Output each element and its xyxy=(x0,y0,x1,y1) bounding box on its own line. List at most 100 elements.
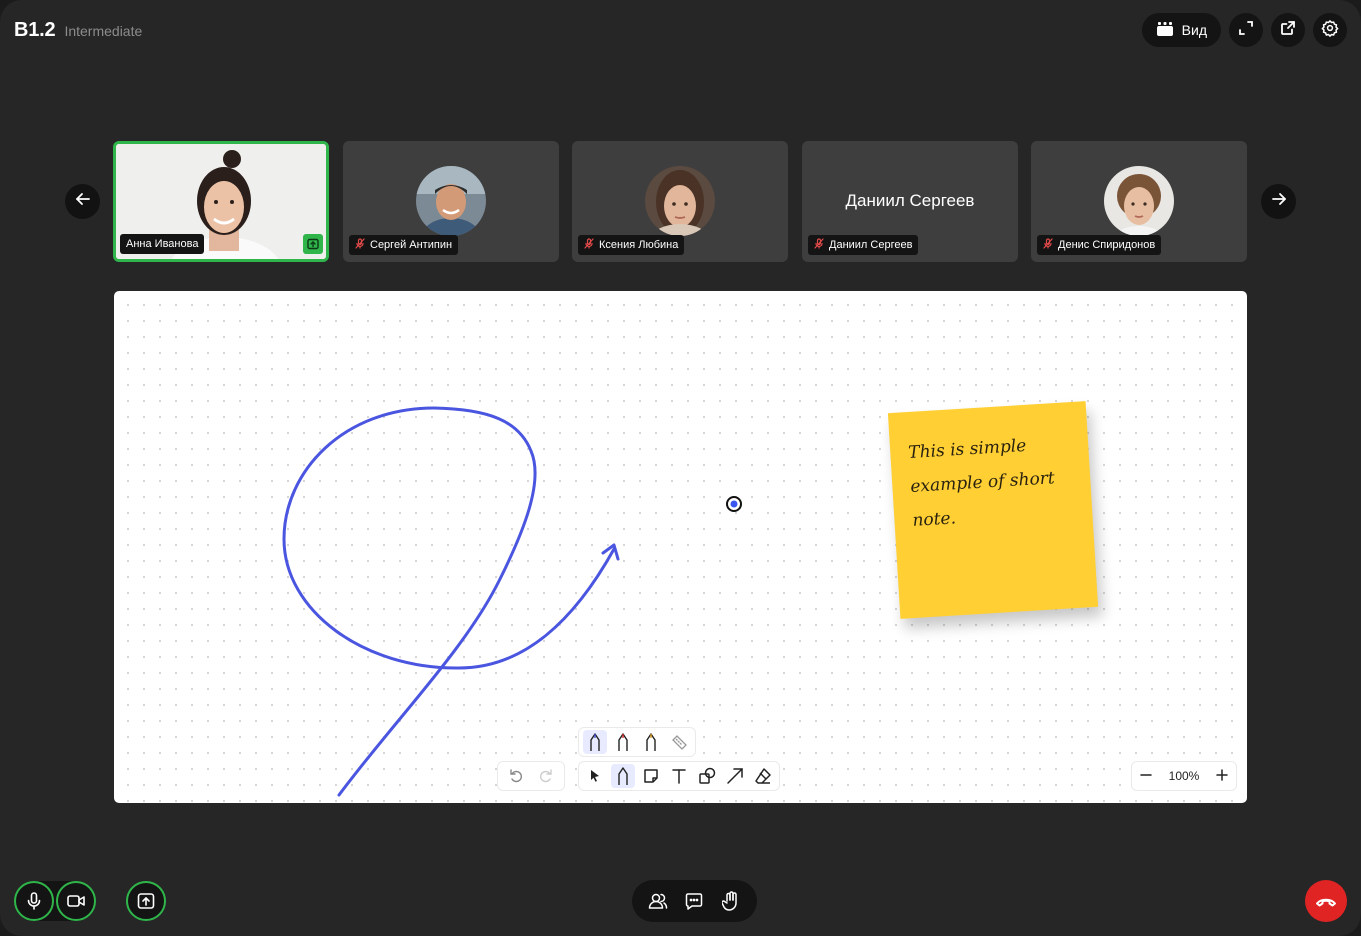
participant-tile[interactable]: Даниил Сергеев Даниил Сергеев xyxy=(802,141,1018,262)
redo-button[interactable] xyxy=(534,764,558,788)
hand-icon xyxy=(721,891,737,911)
app-window: B1.2 Intermediate Вид Анна Иванова Серге… xyxy=(0,0,1361,936)
sticky-note-icon xyxy=(644,769,658,783)
freehand-stroke[interactable] xyxy=(282,406,616,797)
undo-button[interactable] xyxy=(504,764,528,788)
mic-off-icon xyxy=(355,238,365,252)
media-controls xyxy=(14,881,166,921)
participants-strip: Анна Иванова Сергей Антипин Ксения Любин… xyxy=(0,141,1361,263)
select-tool[interactable] xyxy=(583,764,607,788)
undo-icon xyxy=(510,769,522,783)
top-toolbar: Вид xyxy=(1141,13,1347,47)
microphone-icon xyxy=(27,892,41,910)
plus-icon xyxy=(1216,768,1228,781)
level-sublabel: Intermediate xyxy=(64,23,143,39)
arrow-tool[interactable] xyxy=(723,764,747,788)
shapes-icon xyxy=(699,767,716,784)
end-call-button[interactable] xyxy=(1305,880,1347,922)
zoom-out-button[interactable] xyxy=(1140,769,1152,784)
minus-icon xyxy=(1140,773,1152,776)
zoom-in-button[interactable] xyxy=(1216,768,1228,784)
participant-name: Даниил Сергеев xyxy=(829,239,913,251)
session-controls xyxy=(632,880,757,922)
video-camera-icon xyxy=(67,895,85,907)
participant-tile[interactable]: Анна Иванова xyxy=(113,141,329,262)
hang-up-icon xyxy=(1316,898,1336,907)
fullscreen-icon xyxy=(1238,20,1254,41)
sticky-note[interactable]: This is simple example of short note. xyxy=(887,401,1099,619)
participant-name: Анна Иванова xyxy=(126,238,199,250)
avatar xyxy=(1104,166,1174,236)
screen-share-badge xyxy=(303,234,323,254)
participant-name: Сергей Антипин xyxy=(370,239,453,251)
history-controls xyxy=(497,761,565,791)
participant-display-name: Даниил Сергеев xyxy=(845,191,975,210)
zoom-control: 100% xyxy=(1131,761,1237,791)
drawing-toolbar xyxy=(578,761,780,791)
redo-icon xyxy=(540,769,552,783)
participant-name-tag: Анна Иванова xyxy=(120,234,205,254)
sticky-note-text: This is simple example of short note. xyxy=(907,435,1056,531)
arrow-right-icon xyxy=(1271,191,1287,212)
sticky-note-tool[interactable] xyxy=(639,764,663,788)
participant-name-tag: Даниил Сергеев xyxy=(808,235,919,255)
camera-button[interactable] xyxy=(56,881,96,921)
participant-tile[interactable]: Денис Спиридонов xyxy=(1031,141,1247,262)
view-button[interactable]: Вид xyxy=(1141,13,1221,47)
participant-tile[interactable]: Ксения Любина xyxy=(572,141,788,262)
next-participants-button[interactable] xyxy=(1261,184,1296,219)
participant-name-tag: Денис Спиридонов xyxy=(1037,235,1162,255)
prev-participants-button[interactable] xyxy=(65,184,100,219)
open-external-button[interactable] xyxy=(1271,13,1305,47)
pen-tool[interactable] xyxy=(611,764,635,788)
pen-red-tool[interactable] xyxy=(611,730,635,754)
participant-name-tag: Ксения Любина xyxy=(578,235,685,255)
marker-icon xyxy=(646,733,656,751)
shapes-tool[interactable] xyxy=(695,764,719,788)
eraser-tool[interactable] xyxy=(751,764,775,788)
arrow-left-icon xyxy=(75,191,91,212)
view-grid-icon xyxy=(1156,21,1174,40)
participant-tile[interactable]: Сергей Антипин xyxy=(343,141,559,262)
participant-name-tag: Сергей Антипин xyxy=(349,235,459,255)
pen-blue-tool[interactable] xyxy=(583,730,607,754)
share-screen-icon xyxy=(307,238,319,250)
external-link-icon xyxy=(1280,20,1296,41)
pen-icon xyxy=(618,767,628,785)
view-button-label: Вид xyxy=(1181,22,1207,38)
cursor-icon xyxy=(591,770,599,782)
eraser-icon xyxy=(755,768,771,784)
participant-name: Ксения Любина xyxy=(599,239,679,251)
participant-name: Денис Спиридонов xyxy=(1058,239,1156,251)
avatar xyxy=(416,166,486,236)
participants-button[interactable] xyxy=(643,886,673,916)
pen-selector xyxy=(578,727,696,757)
pen-icon xyxy=(618,733,628,751)
level-label: B1.2 xyxy=(14,19,56,41)
text-icon xyxy=(672,769,686,784)
zoom-level: 100% xyxy=(1168,769,1200,783)
gear-icon xyxy=(1321,19,1339,42)
share-screen-button[interactable] xyxy=(126,881,166,921)
ruler-tool[interactable] xyxy=(667,730,691,754)
fullscreen-button[interactable] xyxy=(1229,13,1263,47)
whiteboard-canvas[interactable]: This is simple example of short note. 10… xyxy=(114,291,1247,803)
share-screen-icon xyxy=(137,893,155,909)
text-tool[interactable] xyxy=(667,764,691,788)
raise-hand-button[interactable] xyxy=(716,886,746,916)
chat-button[interactable] xyxy=(679,886,709,916)
settings-button[interactable] xyxy=(1313,13,1347,47)
pen-icon xyxy=(590,733,600,751)
mic-camera-group xyxy=(14,881,96,921)
arrow-icon xyxy=(727,768,743,784)
marker-tool[interactable] xyxy=(639,730,663,754)
chat-icon xyxy=(686,893,703,910)
microphone-button[interactable] xyxy=(14,881,54,921)
users-icon xyxy=(648,893,668,909)
mic-off-icon xyxy=(814,238,824,252)
lesson-title: B1.2 Intermediate xyxy=(14,19,142,42)
avatar xyxy=(645,166,715,236)
ruler-icon xyxy=(672,735,687,750)
mic-off-icon xyxy=(1043,238,1053,252)
mic-off-icon xyxy=(584,238,594,252)
